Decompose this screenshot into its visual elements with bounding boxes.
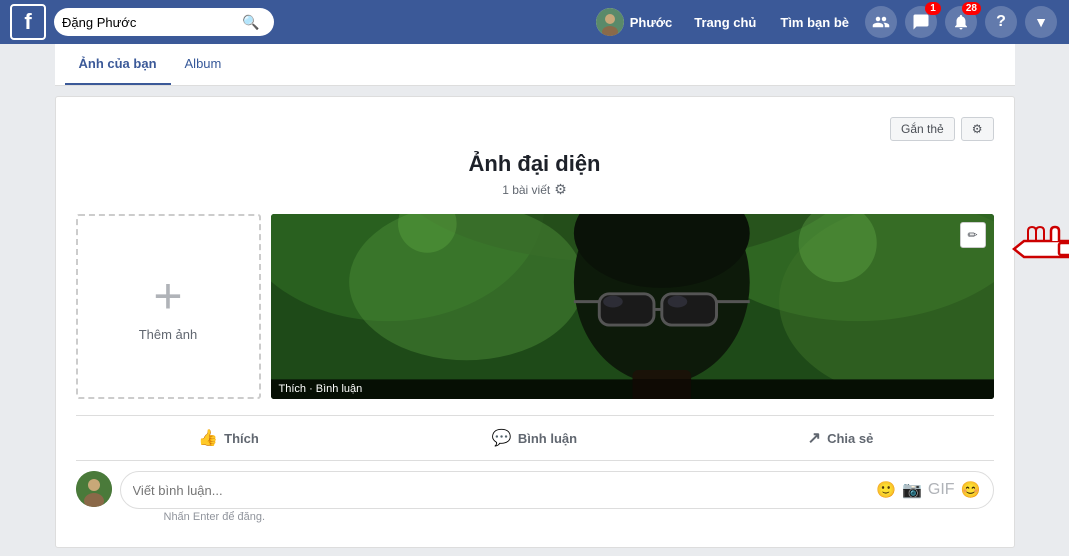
tim-ban-be-button[interactable]: Tìm bạn bè — [770, 11, 859, 34]
search-icon: 🔍 — [242, 14, 259, 31]
gan-the-button[interactable]: Gắn thẻ — [890, 117, 955, 141]
add-photo-label: Thêm ảnh — [139, 327, 198, 342]
album-settings-icon[interactable]: ⚙ — [554, 181, 567, 198]
messages-badge: 1 — [925, 2, 941, 15]
comment-button[interactable]: 💬 Bình luận — [382, 420, 688, 456]
facebook-logo: f — [10, 4, 46, 40]
like-label: Thích — [224, 431, 259, 446]
action-bar: 👍 Thích 💬 Bình luận ↗ Chia sẻ — [76, 415, 994, 461]
comment-label: Bình luận — [518, 431, 577, 446]
comment-actions: 🙂 📷 GIF 😊 — [876, 480, 980, 500]
top-nav: f 🔍 Phước Trang chủ Tìm bạn bè 1 28 ? ▼ — [0, 0, 1069, 44]
photo-overlay-text: Thích · Bình luận — [271, 379, 994, 399]
top-actions: Gắn thẻ ⚙ — [76, 117, 994, 141]
chevron-down-icon: ▼ — [1034, 14, 1048, 30]
tab-anh-cua-ban[interactable]: Ảnh của bạn — [65, 44, 171, 85]
add-photo-box[interactable]: + Thêm ảnh — [76, 214, 261, 399]
sticker-icon[interactable]: 😊 — [961, 480, 981, 500]
share-icon: ↗ — [808, 428, 821, 448]
commenter-avatar — [76, 471, 112, 507]
trang-chu-button[interactable]: Trang chủ — [684, 11, 766, 34]
share-button[interactable]: ↗ Chia sẻ — [688, 420, 994, 456]
comment-input[interactable] — [133, 483, 877, 498]
photos-grid: + Thêm ảnh — [76, 214, 994, 399]
content-area: Gắn thẻ ⚙ Ảnh đại diện 1 bài viết ⚙ + Th… — [55, 96, 1015, 548]
notifications-icon-btn[interactable]: 28 — [945, 6, 977, 38]
nav-user-profile[interactable]: Phước — [588, 4, 681, 40]
photo-image: Thích · Bình luận — [271, 214, 994, 399]
plus-icon: + — [153, 271, 182, 321]
nav-avatar — [596, 8, 624, 36]
album-title-section: Ảnh đại diện 1 bài viết ⚙ — [76, 151, 994, 198]
search-input[interactable] — [62, 15, 242, 30]
photo-edit-button[interactable]: ✏ — [960, 222, 986, 248]
comment-input-wrap[interactable]: 🙂 📷 GIF 😊 — [120, 471, 994, 509]
fb-letter: f — [24, 9, 31, 35]
pointing-hand-annotation — [999, 216, 1069, 274]
comment-input-section: 🙂 📷 GIF 😊 Nhấn Enter để đăng. — [120, 471, 994, 523]
edit-pencil-icon: ✏ — [967, 228, 977, 242]
dropdown-icon-btn[interactable]: ▼ — [1025, 6, 1057, 38]
help-icon: ? — [996, 13, 1006, 31]
help-icon-btn[interactable]: ? — [985, 6, 1017, 38]
sub-nav: Ảnh của bạn Album — [55, 44, 1015, 86]
search-bar[interactable]: 🔍 — [54, 8, 274, 36]
nav-username: Phước — [630, 15, 673, 30]
enter-hint: Nhấn Enter để đăng. — [120, 509, 994, 523]
album-title: Ảnh đại diện — [76, 151, 994, 177]
notifications-badge: 28 — [962, 2, 981, 15]
camera-icon[interactable]: 📷 — [902, 480, 922, 500]
comment-icon: 💬 — [492, 428, 512, 448]
tab-album[interactable]: Album — [171, 44, 236, 85]
nav-right: Phước Trang chủ Tìm bạn bè 1 28 ? ▼ — [588, 4, 1059, 40]
like-button[interactable]: 👍 Thích — [76, 420, 382, 456]
like-icon: 👍 — [198, 428, 218, 448]
main-wrap: Ảnh của bạn Album Gắn thẻ ⚙ Ảnh đại diện… — [45, 44, 1025, 548]
photo-wrapper: Thích · Bình luận ✏ — [271, 214, 994, 399]
comment-area: 🙂 📷 GIF 😊 Nhấn Enter để đăng. — [76, 461, 994, 527]
emoji-icon[interactable]: 🙂 — [876, 480, 896, 500]
album-post-count: 1 bài viết — [502, 183, 550, 197]
settings-button[interactable]: ⚙ — [961, 117, 994, 141]
share-label: Chia sẻ — [827, 431, 873, 446]
messages-icon-btn[interactable]: 1 — [905, 6, 937, 38]
gif-icon[interactable]: GIF — [928, 481, 955, 499]
friends-icon-btn[interactable] — [865, 6, 897, 38]
album-meta: 1 bài viết ⚙ — [76, 181, 994, 198]
